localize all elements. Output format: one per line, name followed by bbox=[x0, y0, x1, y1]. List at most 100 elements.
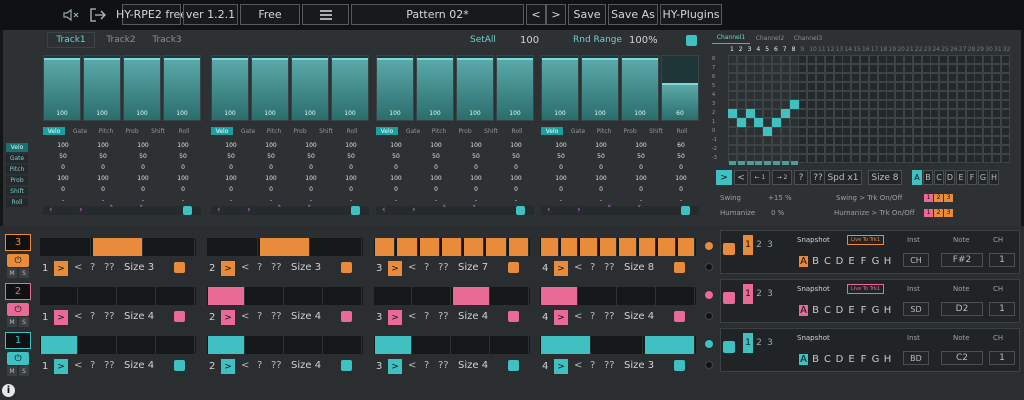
param-value[interactable]: - bbox=[506, 197, 526, 204]
prev-button[interactable]: < bbox=[574, 360, 582, 371]
grid-cell[interactable] bbox=[763, 55, 773, 64]
grid-cell[interactable] bbox=[789, 118, 799, 127]
pattern-strip[interactable] bbox=[374, 238, 530, 256]
solo-button[interactable]: S bbox=[19, 317, 29, 327]
grid-cell[interactable] bbox=[886, 82, 896, 91]
grid-cell[interactable] bbox=[895, 91, 905, 100]
param-tab-shift[interactable]: Shift bbox=[645, 127, 667, 135]
grid-cell[interactable] bbox=[965, 127, 975, 136]
grid-cell[interactable] bbox=[816, 118, 825, 127]
grid-cell[interactable] bbox=[895, 145, 905, 154]
grid-cell[interactable] bbox=[1000, 82, 1010, 91]
step-length-handle[interactable] bbox=[790, 161, 798, 165]
size-button[interactable]: Size 3 bbox=[291, 262, 321, 273]
track-number-button[interactable]: 3 bbox=[5, 234, 31, 251]
grid-cell[interactable] bbox=[745, 100, 755, 109]
rnd-range-value[interactable]: 100% bbox=[629, 35, 658, 46]
grid-cell[interactable] bbox=[912, 109, 922, 118]
param-value[interactable]: - bbox=[173, 197, 193, 204]
grid-cell[interactable] bbox=[868, 136, 878, 145]
grid-cell[interactable] bbox=[983, 136, 993, 145]
grid-cell[interactable] bbox=[728, 73, 737, 82]
grid-cell[interactable] bbox=[939, 109, 949, 118]
grid-cell[interactable] bbox=[912, 64, 922, 73]
grid-cell[interactable] bbox=[780, 127, 790, 136]
grid-cell[interactable] bbox=[948, 136, 957, 145]
grid-cell[interactable] bbox=[983, 127, 993, 136]
grid-cell[interactable] bbox=[965, 82, 975, 91]
pattern-letter-e[interactable]: E bbox=[956, 170, 966, 185]
step-fader[interactable]: 100 bbox=[581, 55, 619, 121]
grid-cell[interactable] bbox=[763, 109, 773, 118]
grid-cell[interactable] bbox=[886, 73, 896, 82]
snapshot-letter-g[interactable]: G bbox=[871, 305, 880, 316]
play-block-button[interactable]: > bbox=[221, 261, 235, 276]
size-button[interactable]: Size 3 bbox=[124, 262, 154, 273]
grid-cell[interactable] bbox=[992, 145, 1001, 154]
snapshot-letter-e[interactable]: E bbox=[847, 256, 856, 267]
grid-cell[interactable] bbox=[833, 118, 843, 127]
snapshot-letter-f[interactable]: F bbox=[859, 256, 868, 267]
random-all-button[interactable]: ?? bbox=[438, 262, 449, 273]
arrow-button[interactable]: ˄ bbox=[277, 205, 282, 215]
prev-button[interactable]: < bbox=[408, 262, 416, 273]
grid-cell[interactable] bbox=[754, 55, 764, 64]
grid-cell[interactable] bbox=[736, 100, 746, 109]
snapshot-letter-h[interactable]: H bbox=[883, 256, 892, 267]
param-value[interactable]: 100 bbox=[671, 175, 691, 182]
grid-cell[interactable] bbox=[745, 64, 755, 73]
grid-cell[interactable] bbox=[798, 82, 808, 91]
humanize-value[interactable]: 0 % bbox=[771, 209, 784, 217]
grid-cell[interactable] bbox=[921, 154, 931, 163]
pattern-step[interactable] bbox=[247, 287, 284, 305]
grid-cell[interactable] bbox=[948, 82, 957, 91]
grid-cell[interactable] bbox=[886, 136, 896, 145]
param-tab-pitch[interactable]: Pitch bbox=[428, 127, 450, 135]
grid-cell[interactable] bbox=[763, 136, 773, 145]
grid-cell[interactable] bbox=[816, 145, 825, 154]
grid-cell[interactable] bbox=[807, 109, 817, 118]
param-value[interactable]: 50 bbox=[466, 153, 486, 160]
param-value[interactable]: 100 bbox=[173, 175, 193, 182]
grid-cell[interactable] bbox=[851, 73, 861, 82]
dice-icon[interactable] bbox=[674, 262, 685, 273]
grid-cell[interactable] bbox=[868, 91, 878, 100]
grid-cell[interactable] bbox=[912, 82, 922, 91]
shift-right-button[interactable]: → 2 bbox=[772, 170, 792, 185]
grid-cell[interactable] bbox=[886, 118, 896, 127]
swing-track-toggle[interactable]: 2 bbox=[934, 194, 943, 202]
grid-cell[interactable] bbox=[745, 127, 755, 136]
grid-cell[interactable] bbox=[851, 91, 861, 100]
step-length-handle[interactable] bbox=[755, 161, 763, 165]
tab-channel1[interactable]: Channel1 bbox=[712, 32, 750, 44]
grid-cell[interactable] bbox=[956, 64, 966, 73]
param-value[interactable]: 0 bbox=[466, 186, 486, 193]
grid-cell[interactable] bbox=[983, 73, 993, 82]
param-value[interactable]: 0 bbox=[93, 186, 113, 193]
grid-cell[interactable] bbox=[851, 145, 861, 154]
grid-cell[interactable] bbox=[824, 64, 834, 73]
grid-cell[interactable] bbox=[886, 145, 896, 154]
dice-icon[interactable] bbox=[341, 360, 352, 371]
grid-cell[interactable] bbox=[921, 145, 931, 154]
param-value[interactable]: 0 bbox=[133, 164, 153, 171]
arrow-button[interactable]: ‹ bbox=[547, 205, 551, 215]
mute-button[interactable]: M bbox=[7, 268, 17, 278]
play-block-button[interactable]: > bbox=[54, 261, 68, 276]
grid-cell[interactable] bbox=[824, 109, 834, 118]
save-as-button[interactable]: Save As bbox=[608, 4, 658, 25]
prev-button[interactable]: < bbox=[74, 311, 82, 322]
grid-cell[interactable] bbox=[816, 73, 825, 82]
grid-cell[interactable] bbox=[956, 73, 966, 82]
grid-cell[interactable] bbox=[904, 100, 913, 109]
grid-cell[interactable] bbox=[1000, 73, 1010, 82]
param-value[interactable]: 100 bbox=[261, 175, 281, 182]
grid-cell[interactable] bbox=[983, 145, 993, 154]
param-value[interactable]: 50 bbox=[631, 153, 651, 160]
param-tab-pitch[interactable]: Pitch bbox=[593, 127, 615, 135]
grid-cell[interactable] bbox=[860, 100, 869, 109]
param-value[interactable]: 100 bbox=[506, 142, 526, 149]
param-value[interactable]: 0 bbox=[53, 164, 73, 171]
param-value[interactable]: 100 bbox=[631, 175, 651, 182]
step-fader[interactable]: 100 bbox=[163, 55, 201, 121]
